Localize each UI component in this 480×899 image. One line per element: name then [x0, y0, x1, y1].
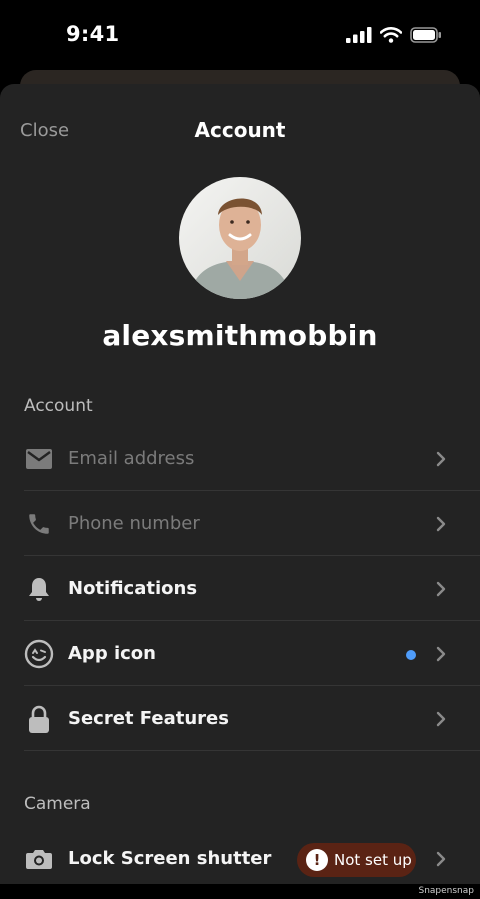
row-label: App icon — [68, 643, 156, 664]
row-label: Lock Screen shutter — [68, 848, 272, 869]
divider — [24, 555, 480, 556]
not-set-up-badge[interactable]: ! Not set up — [297, 843, 416, 877]
chevron-right-icon — [436, 516, 446, 532]
chevron-right-icon — [436, 581, 446, 597]
page-title: Account — [194, 118, 286, 142]
bell-icon — [24, 574, 54, 604]
new-indicator-dot — [406, 650, 416, 660]
row-email-address[interactable]: Email address — [0, 427, 480, 491]
chevron-right-icon — [436, 451, 446, 467]
username: alexsmithmobbin — [102, 319, 378, 352]
row-notifications[interactable]: Notifications — [0, 557, 480, 621]
section-title-account: Account — [24, 396, 93, 416]
row-label: Email address — [68, 448, 195, 469]
divider — [24, 490, 480, 491]
status-icons — [346, 27, 442, 43]
chevron-right-icon — [436, 851, 446, 867]
phone-icon — [24, 509, 54, 539]
chevron-right-icon — [436, 711, 446, 727]
divider — [24, 750, 480, 751]
row-secret-features[interactable]: Secret Features — [0, 687, 480, 751]
smiley-icon — [24, 639, 54, 669]
account-sheet: Close Account alexsmithmobbin Account Em… — [0, 84, 480, 884]
section-title-camera: Camera — [24, 794, 91, 814]
camera-icon — [24, 844, 54, 874]
row-phone-number[interactable]: Phone number — [0, 492, 480, 556]
badge-label: Not set up — [334, 851, 412, 869]
row-app-icon[interactable]: App icon — [0, 622, 480, 686]
row-label: Phone number — [68, 513, 200, 534]
watermark: Snapensnap — [418, 886, 474, 896]
battery-icon — [410, 27, 441, 43]
row-label: Secret Features — [68, 708, 229, 729]
avatar[interactable] — [179, 177, 301, 299]
row-lock-screen-shutter[interactable]: Lock Screen shutter ! Not set up — [0, 827, 480, 884]
divider — [24, 620, 480, 621]
status-time: 9:41 — [66, 22, 120, 46]
exclamation-icon: ! — [306, 849, 328, 871]
row-label: Notifications — [68, 578, 198, 599]
signal-icon — [346, 27, 372, 43]
lock-icon — [24, 704, 54, 734]
divider — [24, 685, 480, 686]
nav-bar: Close Account — [0, 84, 480, 176]
status-bar: 9:41 — [0, 0, 480, 72]
wifi-icon — [380, 27, 402, 43]
chevron-right-icon — [436, 646, 446, 662]
mail-icon — [24, 444, 54, 474]
